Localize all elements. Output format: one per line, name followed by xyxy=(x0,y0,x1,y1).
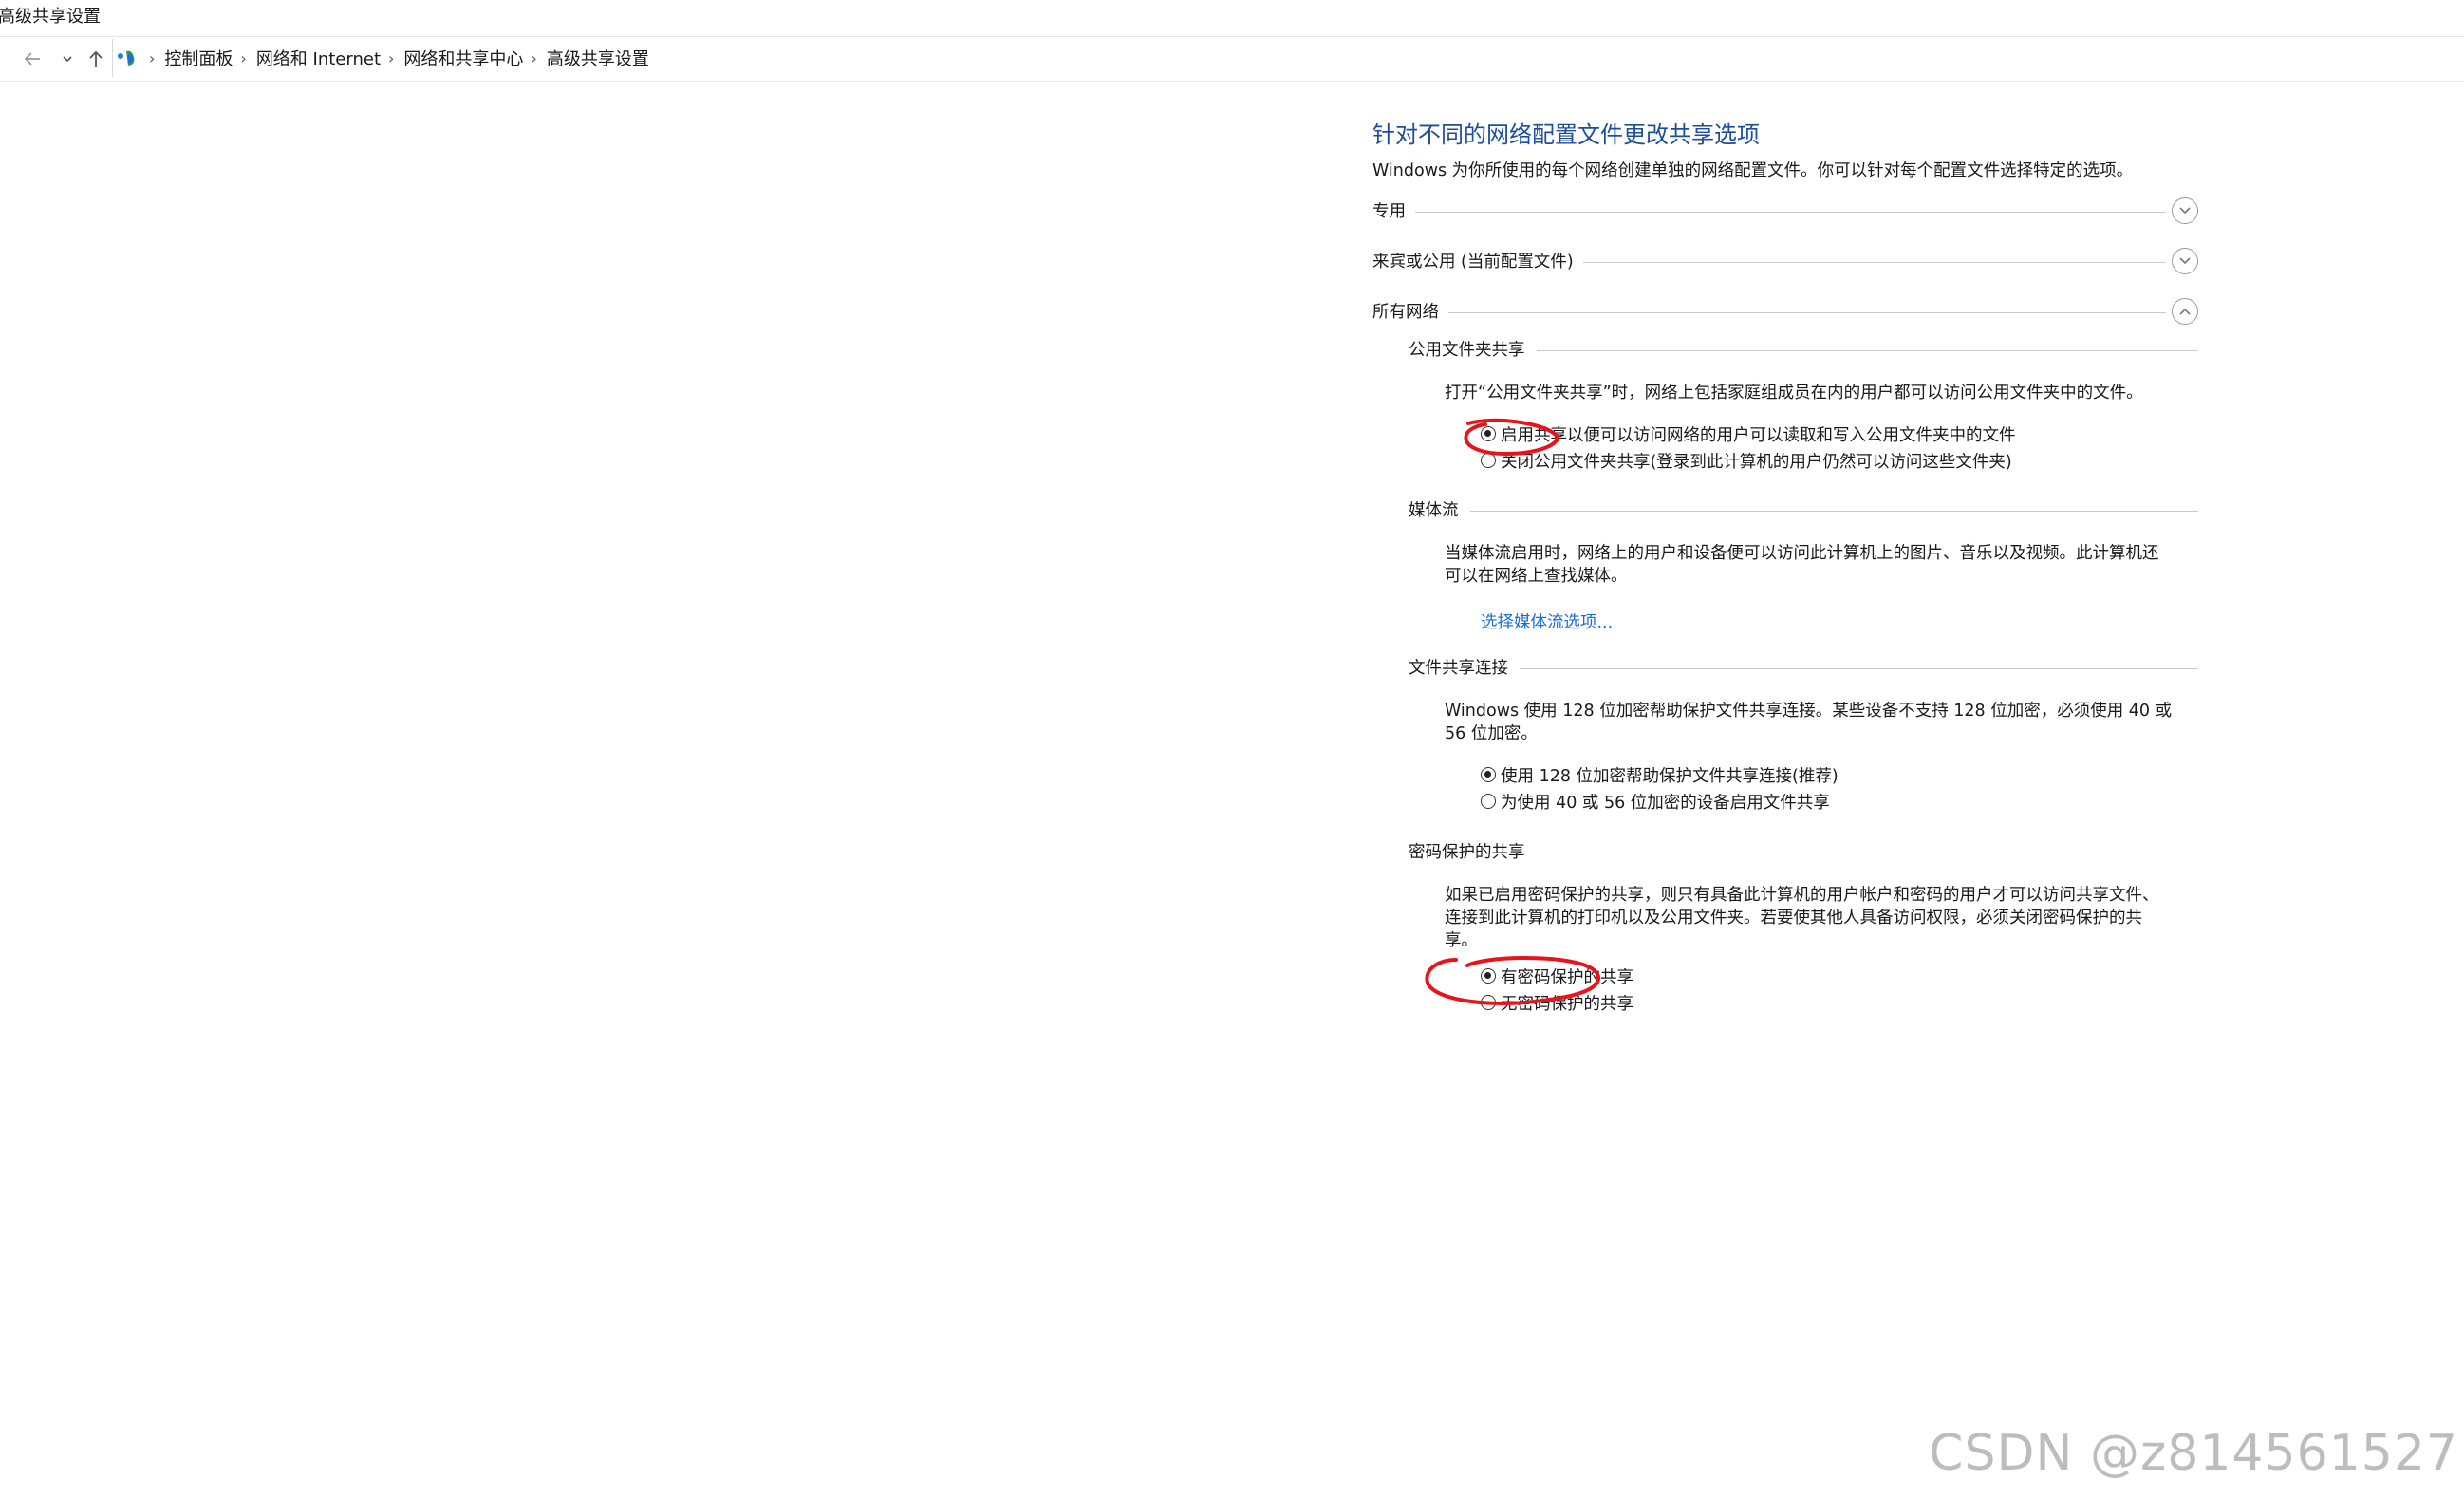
breadcrumb-separator-icon: › xyxy=(531,48,537,67)
radio-disable-public-sharing[interactable]: 关闭公用文件夹共享(登录到此计算机的用户仍然可以访问这些文件夹) xyxy=(1481,447,2012,474)
window-title-bar: 高级共享设置 xyxy=(0,0,2464,34)
media-streaming-options-link[interactable]: 选择媒体流选项... xyxy=(1481,609,1613,633)
radio-label: 无密码保护的共享 xyxy=(1501,994,1633,1014)
section-divider xyxy=(1372,212,2166,213)
description-line: 连接到此计算机的打印机以及公用文件夹。若要使其他人具备访问权限，必须关闭密码保护… xyxy=(1445,909,2142,928)
subsection-public-folder: 公用文件夹共享 xyxy=(1409,336,2198,365)
description-line: 享。 xyxy=(1445,931,1478,950)
subsection-media-streaming: 媒体流 xyxy=(1409,497,2198,525)
arrow-left-icon[interactable] xyxy=(19,45,47,73)
radio-no-password[interactable]: 无密码保护的共享 xyxy=(1481,989,1633,1016)
breadcrumb-separator-icon: › xyxy=(149,48,156,67)
file-sharing-description: Windows 使用 128 位加密帮助保护文件共享连接。某些设备不支持 128… xyxy=(1445,700,2194,745)
radio-label: 有密码保护的共享 xyxy=(1501,967,1633,987)
address-box[interactable]: › 控制面板 › 网络和 Internet › 网络和共享中心 › 高级共享设置 xyxy=(112,39,2464,77)
breadcrumb-network-internet[interactable]: 网络和 Internet xyxy=(256,46,381,70)
chevron-down-icon[interactable] xyxy=(2172,248,2198,274)
description-line: 当媒体流启用时，网络上的用户和设备便可以访问此计算机上的图片、音乐以及视频。此计… xyxy=(1445,544,2159,563)
radio-button-selected[interactable] xyxy=(1481,968,1496,984)
profile-label: 来宾或公用 (当前配置文件) xyxy=(1372,248,1583,276)
control-panel-icon xyxy=(117,47,141,68)
window-title: 高级共享设置 xyxy=(0,7,101,27)
radio-password-protected[interactable]: 有密码保护的共享 xyxy=(1481,963,1633,989)
breadcrumb-separator-icon: › xyxy=(240,48,247,67)
section-divider xyxy=(1409,668,2198,669)
radio-button[interactable] xyxy=(1481,453,1496,468)
subsection-title: 公用文件夹共享 xyxy=(1409,336,1537,365)
subsection-title: 密码保护的共享 xyxy=(1409,838,1537,867)
description-line: Windows 使用 128 位加密帮助保护文件共享连接。某些设备不支持 128… xyxy=(1445,702,2173,721)
subsection-password-protected-sharing: 密码保护的共享 xyxy=(1409,838,2198,867)
radio-40-56-bit-encryption[interactable]: 为使用 40 或 56 位加密的设备启用文件共享 xyxy=(1481,788,1830,815)
breadcrumb-network-sharing-center[interactable]: 网络和共享中心 xyxy=(403,46,523,70)
profile-all-networks[interactable]: 所有网络 xyxy=(1372,298,2198,327)
page-intro: Windows 为你所使用的每个网络创建单独的网络配置文件。你可以针对每个配置文… xyxy=(1372,161,2134,180)
description-line: 56 位加密。 xyxy=(1445,724,1538,743)
password-description: 如果已启用密码保护的共享，则只有具备此计算机的用户帐户和密码的用户才可以访问共享… xyxy=(1445,884,2194,952)
arrow-up-icon[interactable] xyxy=(82,45,110,73)
address-bar: › 控制面板 › 网络和 Internet › 网络和共享中心 › 高级共享设置 xyxy=(0,36,2464,82)
radio-label: 启用共享以便可以访问网络的用户可以读取和写入公用文件夹中的文件 xyxy=(1501,425,2016,445)
chevron-down-icon[interactable] xyxy=(53,45,82,73)
section-divider xyxy=(1409,511,2198,512)
radio-button-selected[interactable] xyxy=(1481,426,1496,441)
profile-label: 所有网络 xyxy=(1372,298,1448,327)
radio-128-bit-encryption[interactable]: 使用 128 位加密帮助保护文件共享连接(推荐) xyxy=(1481,761,1839,788)
section-divider xyxy=(1372,312,2166,313)
profile-private[interactable]: 专用 xyxy=(1372,197,2198,226)
description-line: 如果已启用密码保护的共享，则只有具备此计算机的用户帐户和密码的用户才可以访问共享… xyxy=(1445,886,2159,905)
radio-button[interactable] xyxy=(1481,794,1496,809)
radio-label: 为使用 40 或 56 位加密的设备启用文件共享 xyxy=(1501,793,1830,813)
radio-label: 关闭公用文件夹共享(登录到此计算机的用户仍然可以访问这些文件夹) xyxy=(1501,452,2012,472)
radio-button-selected[interactable] xyxy=(1481,767,1496,782)
profile-label: 专用 xyxy=(1372,197,1415,226)
chevron-down-icon[interactable] xyxy=(2172,197,2198,224)
subsection-title: 文件共享连接 xyxy=(1409,654,1520,683)
public-folder-description: 打开“公用文件夹共享”时，网络上包括家庭组成员在内的用户都可以访问公用文件夹中的… xyxy=(1445,384,2143,403)
watermark: CSDN @z814561527 xyxy=(1929,1425,2458,1482)
radio-button[interactable] xyxy=(1481,995,1496,1010)
profile-guest-public[interactable]: 来宾或公用 (当前配置文件) xyxy=(1372,248,2198,276)
breadcrumb-control-panel[interactable]: 控制面板 xyxy=(164,46,233,70)
chevron-up-icon[interactable] xyxy=(2172,298,2198,325)
breadcrumb-separator-icon: › xyxy=(388,48,395,67)
page-title: 针对不同的网络配置文件更改共享选项 xyxy=(1372,122,1760,148)
subsection-title: 媒体流 xyxy=(1409,497,1470,525)
subsection-file-sharing-connections: 文件共享连接 xyxy=(1409,654,2198,683)
radio-label: 使用 128 位加密帮助保护文件共享连接(推荐) xyxy=(1501,766,1839,786)
media-description: 当媒体流启用时，网络上的用户和设备便可以访问此计算机上的图片、音乐以及视频。此计… xyxy=(1445,542,2194,588)
radio-enable-public-sharing[interactable]: 启用共享以便可以访问网络的用户可以读取和写入公用文件夹中的文件 xyxy=(1481,421,2016,447)
breadcrumb-advanced-sharing[interactable]: 高级共享设置 xyxy=(547,46,649,70)
description-line: 可以在网络上查找媒体。 xyxy=(1445,567,1628,586)
